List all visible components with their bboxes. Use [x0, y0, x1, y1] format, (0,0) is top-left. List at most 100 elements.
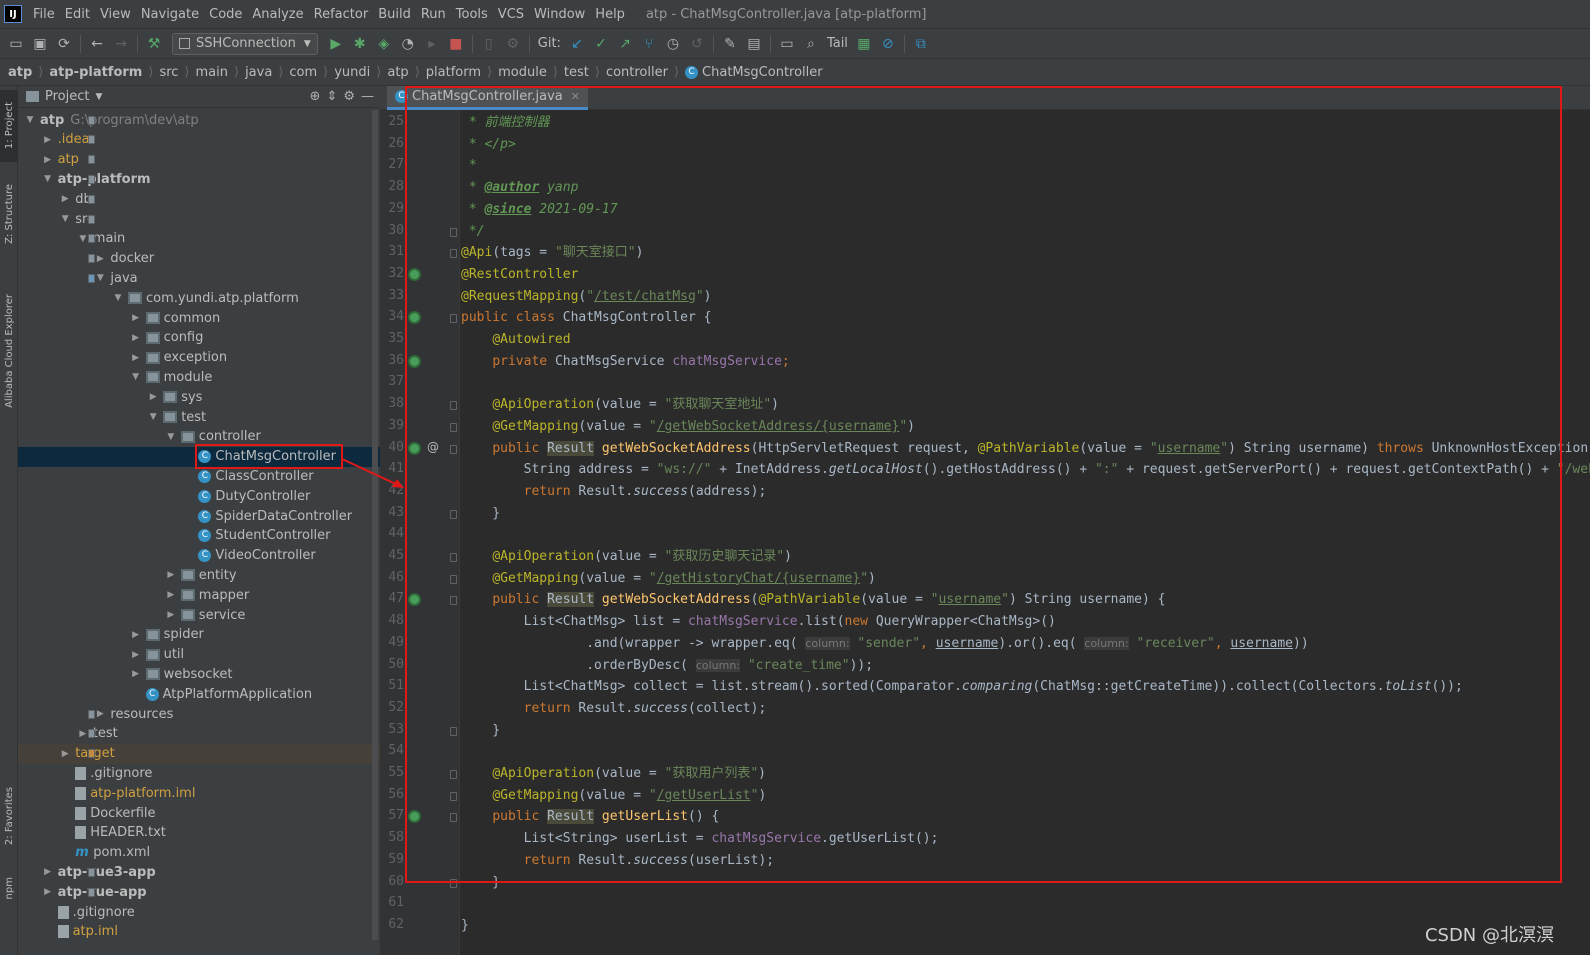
project-tool-tab[interactable]: 1: Project — [0, 90, 18, 162]
breadcrumb-item[interactable]: atp-platform — [49, 65, 142, 80]
chevron-down-icon[interactable]: ▼ — [24, 115, 36, 125]
chevron-right-icon[interactable]: ▶ — [130, 333, 142, 343]
fold-marker-icon[interactable] — [450, 574, 457, 584]
tree-node[interactable]: HEADER.txt — [18, 823, 380, 843]
breadcrumb-item[interactable]: atp — [8, 65, 32, 80]
run-config-select[interactable]: SSHConnection ▼ — [172, 32, 318, 55]
tree-node[interactable]: ▼ src — [18, 209, 380, 229]
breadcrumb-item[interactable]: com — [289, 65, 317, 80]
chevron-right-icon[interactable]: ▶ — [147, 392, 159, 402]
tree-node[interactable]: ▶ util — [18, 645, 380, 665]
fold-marker-icon[interactable] — [450, 726, 457, 736]
coverage-icon[interactable]: ◈ — [372, 33, 396, 55]
favorites-tool-tab[interactable]: 2: Favorites — [0, 774, 18, 859]
tree-node[interactable]: ▼ atp G:\program\dev\atp — [18, 110, 380, 130]
chevron-right-icon[interactable]: ▶ — [94, 254, 106, 264]
device-icon[interactable]: ▯ — [477, 33, 501, 55]
git-merge-icon[interactable]: ⑂ — [637, 33, 661, 55]
chevron-right-icon[interactable]: ▶ — [77, 729, 89, 739]
menu-code[interactable]: Code — [204, 7, 247, 22]
tree-node[interactable]: m pom.xml — [18, 843, 380, 863]
settings-wrench-icon[interactable]: ✎ — [718, 33, 742, 55]
breadcrumb-item[interactable]: atp — [387, 65, 408, 80]
fold-marker-icon[interactable] — [450, 422, 457, 432]
git-update-icon[interactable]: ↙ — [565, 33, 589, 55]
chevron-right-icon[interactable]: ▶ — [59, 194, 71, 204]
spring-bean-icon[interactable] — [408, 311, 421, 325]
tree-node[interactable]: ▼ java — [18, 268, 380, 288]
fold-marker-icon[interactable] — [450, 813, 457, 823]
tab-chatmsgcontroller[interactable]: C ChatMsgController.java ✕ — [387, 86, 588, 110]
spring-bean-icon[interactable] — [408, 810, 421, 824]
chevron-right-icon[interactable]: ▶ — [130, 630, 142, 640]
tree-node[interactable]: ▶ docker — [18, 249, 380, 269]
tree-node[interactable]: ▼ com.yundi.atp.platform — [18, 288, 380, 308]
tree-node[interactable]: ▶ .idea — [18, 130, 380, 150]
chevron-down-icon[interactable]: ▼ — [147, 412, 159, 422]
menu-analyze[interactable]: Analyze — [247, 7, 308, 22]
chevron-down-icon[interactable]: ▼ — [95, 92, 102, 102]
monitor-chart-icon[interactable]: ▦ — [852, 33, 876, 55]
npm-tool-tab[interactable]: npm — [0, 868, 18, 908]
chevron-down-icon[interactable]: ▼ — [59, 214, 71, 224]
tree-node[interactable]: ▼ main — [18, 229, 380, 249]
tree-node[interactable]: ▶ atp-vue-app — [18, 882, 380, 902]
menu-edit[interactable]: Edit — [60, 7, 95, 22]
chevron-down-icon[interactable]: ▼ — [42, 174, 54, 184]
breadcrumb-item[interactable]: src — [159, 65, 178, 80]
tree-node[interactable]: ▼ atp-platform — [18, 169, 380, 189]
gear-icon[interactable]: ⚙ — [343, 89, 355, 104]
fold-marker-icon[interactable] — [450, 227, 457, 237]
chevron-down-icon[interactable]: ▼ — [112, 293, 124, 303]
tree-node[interactable]: .gitignore — [18, 763, 380, 783]
fold-marker-icon[interactable] — [450, 444, 457, 454]
git-commit-check-icon[interactable]: ✓ — [589, 33, 613, 55]
tree-node[interactable]: atp-platform.iml — [18, 783, 380, 803]
project-structure-icon[interactable]: ▤ — [742, 33, 766, 55]
mapping-at-icon[interactable]: @ — [427, 440, 439, 454]
debug-attach-icon[interactable]: ⚙ — [501, 33, 525, 55]
menu-refactor[interactable]: Refactor — [309, 7, 374, 22]
cloud-toolkit-icon[interactable]: ⧉ — [909, 33, 933, 55]
fold-marker-icon[interactable] — [450, 596, 457, 606]
chevron-down-icon[interactable]: ▼ — [77, 234, 89, 244]
terminal-window-icon[interactable]: ▭ — [775, 33, 799, 55]
tree-node[interactable]: ▶ resources — [18, 704, 380, 724]
profile-icon[interactable]: ◔ — [396, 33, 420, 55]
run-icon[interactable]: ▶ — [324, 33, 348, 55]
chevron-right-icon[interactable]: ▶ — [42, 155, 54, 165]
tree-node[interactable]: C DutyController — [18, 486, 380, 506]
code-editor[interactable]: * 前端控制器 * </p> * * @author yanp * @since… — [461, 110, 1590, 955]
menu-view[interactable]: View — [95, 7, 136, 22]
fold-marker-icon[interactable] — [450, 553, 457, 562]
collapse-all-icon[interactable]: ⇕ — [326, 89, 337, 104]
tree-node[interactable]: C VideoController — [18, 546, 380, 566]
git-push-icon[interactable]: ↗ — [613, 33, 637, 55]
spring-bean-icon[interactable] — [408, 441, 421, 455]
tree-node[interactable]: Dockerfile — [18, 803, 380, 823]
tree-node[interactable]: ▶ db — [18, 189, 380, 209]
save-all-icon[interactable]: ▣ — [28, 33, 52, 55]
breadcrumb-item[interactable]: test — [564, 65, 589, 80]
sync-icon[interactable]: ⟳ — [52, 33, 76, 55]
tree-node[interactable]: C StudentController — [18, 526, 380, 546]
tree-node[interactable]: ▶ config — [18, 328, 380, 348]
back-arrow-icon[interactable]: ← — [85, 33, 109, 55]
tree-node[interactable]: ▶ atp — [18, 150, 380, 170]
chevron-right-icon[interactable]: ▶ — [59, 749, 71, 759]
search-icon[interactable]: ⌕ — [799, 33, 823, 55]
tree-node[interactable]: ▶ service — [18, 605, 380, 625]
menu-run[interactable]: Run — [416, 7, 451, 22]
chevron-right-icon[interactable]: ▶ — [130, 353, 142, 363]
intellij-logo-icon[interactable]: IJ — [4, 5, 22, 23]
tree-node[interactable]: ▶ mapper — [18, 585, 380, 605]
tree-node[interactable]: ▶ test — [18, 724, 380, 744]
breadcrumb-item[interactable]: platform — [426, 65, 481, 80]
chevron-right-icon[interactable]: ▶ — [130, 669, 142, 679]
attach-icon[interactable]: ▸ — [420, 33, 444, 55]
fold-marker-icon[interactable] — [450, 770, 457, 779]
tree-node[interactable]: ▶ atp-vue3-app — [18, 862, 380, 882]
project-scrollbar[interactable] — [372, 110, 378, 940]
menu-window[interactable]: Window — [529, 7, 590, 22]
locate-target-icon[interactable]: ⊕ — [310, 89, 321, 104]
